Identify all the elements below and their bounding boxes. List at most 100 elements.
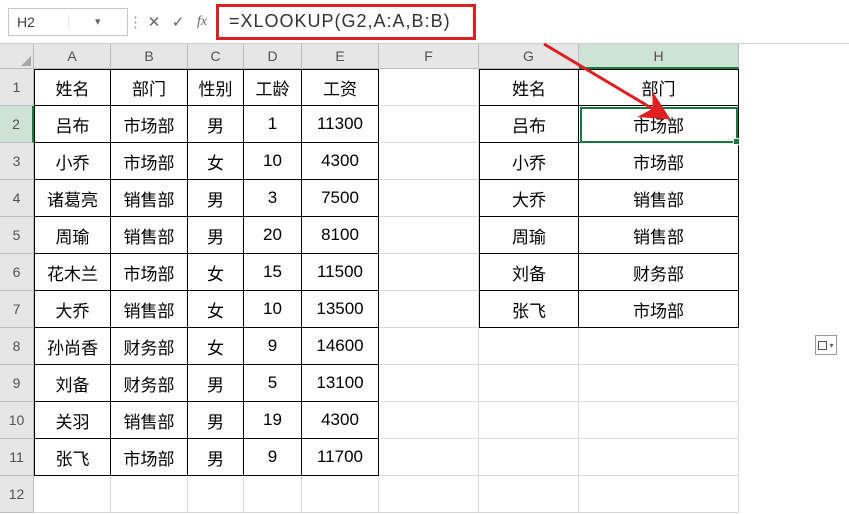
- cell-D9[interactable]: 5: [244, 365, 302, 402]
- accept-formula-icon[interactable]: ✓: [166, 13, 190, 31]
- cell-D1[interactable]: 工龄: [244, 69, 302, 106]
- cell-D12[interactable]: [244, 476, 302, 513]
- cell-C11[interactable]: 男: [188, 439, 244, 476]
- cancel-formula-icon[interactable]: ✕: [142, 13, 166, 31]
- cell-G1[interactable]: 姓名: [479, 69, 579, 106]
- row-header-9[interactable]: 9: [0, 365, 34, 402]
- row-header-11[interactable]: 11: [0, 439, 34, 476]
- cell-E5[interactable]: 8100: [302, 217, 379, 254]
- cell-G12[interactable]: [479, 476, 579, 513]
- cell-G2[interactable]: 吕布: [479, 106, 579, 143]
- cell-B6[interactable]: 市场部: [111, 254, 188, 291]
- cell-B8[interactable]: 财务部: [111, 328, 188, 365]
- cell-A2[interactable]: 吕布: [34, 106, 111, 143]
- row-header-5[interactable]: 5: [0, 217, 34, 254]
- col-header-G[interactable]: G: [479, 44, 579, 69]
- cell-E4[interactable]: 7500: [302, 180, 379, 217]
- cell-B4[interactable]: 销售部: [111, 180, 188, 217]
- col-header-F[interactable]: F: [379, 44, 479, 69]
- cell-F2[interactable]: [379, 106, 479, 143]
- col-header-A[interactable]: A: [34, 44, 111, 69]
- cell-B12[interactable]: [111, 476, 188, 513]
- cell-F1[interactable]: [379, 69, 479, 106]
- cell-H4[interactable]: 销售部: [579, 180, 739, 217]
- cell-C10[interactable]: 男: [188, 402, 244, 439]
- cell-C5[interactable]: 男: [188, 217, 244, 254]
- autofill-options-icon[interactable]: ▾: [815, 335, 837, 355]
- cell-F5[interactable]: [379, 217, 479, 254]
- cell-A3[interactable]: 小乔: [34, 143, 111, 180]
- row-header-4[interactable]: 4: [0, 180, 34, 217]
- row-header-10[interactable]: 10: [0, 402, 34, 439]
- cell-A12[interactable]: [34, 476, 111, 513]
- cell-D10[interactable]: 19: [244, 402, 302, 439]
- cell-F8[interactable]: [379, 328, 479, 365]
- cell-G7[interactable]: 张飞: [479, 291, 579, 328]
- cell-F10[interactable]: [379, 402, 479, 439]
- col-header-H[interactable]: H: [579, 44, 739, 69]
- cell-G6[interactable]: 刘备: [479, 254, 579, 291]
- cell-H11[interactable]: [579, 439, 739, 476]
- cell-B2[interactable]: 市场部: [111, 106, 188, 143]
- cell-A7[interactable]: 大乔: [34, 291, 111, 328]
- col-header-B[interactable]: B: [111, 44, 188, 69]
- cell-A9[interactable]: 刘备: [34, 365, 111, 402]
- cell-D5[interactable]: 20: [244, 217, 302, 254]
- cell-G3[interactable]: 小乔: [479, 143, 579, 180]
- cell-A1[interactable]: 姓名: [34, 69, 111, 106]
- cell-G9[interactable]: [479, 365, 579, 402]
- cell-E11[interactable]: 11700: [302, 439, 379, 476]
- fx-icon[interactable]: fx: [190, 14, 214, 30]
- cell-B11[interactable]: 市场部: [111, 439, 188, 476]
- cell-D7[interactable]: 10: [244, 291, 302, 328]
- cell-E6[interactable]: 11500: [302, 254, 379, 291]
- cell-H9[interactable]: [579, 365, 739, 402]
- cell-D8[interactable]: 9: [244, 328, 302, 365]
- cell-C12[interactable]: [188, 476, 244, 513]
- cell-D11[interactable]: 9: [244, 439, 302, 476]
- cell-D6[interactable]: 15: [244, 254, 302, 291]
- cell-A6[interactable]: 花木兰: [34, 254, 111, 291]
- cell-H2[interactable]: 市场部: [579, 106, 739, 143]
- row-header-1[interactable]: 1: [0, 69, 34, 106]
- cell-H8[interactable]: [579, 328, 739, 365]
- cell-H6[interactable]: 财务部: [579, 254, 739, 291]
- row-header-2[interactable]: 2: [0, 106, 34, 143]
- row-header-6[interactable]: 6: [0, 254, 34, 291]
- cell-H5[interactable]: 销售部: [579, 217, 739, 254]
- cell-B10[interactable]: 销售部: [111, 402, 188, 439]
- formula-input[interactable]: =XLOOKUP(G2,A:A,B:B): [229, 11, 451, 32]
- cell-E10[interactable]: 4300: [302, 402, 379, 439]
- cell-E1[interactable]: 工资: [302, 69, 379, 106]
- row-header-3[interactable]: 3: [0, 143, 34, 180]
- col-header-D[interactable]: D: [244, 44, 302, 69]
- cell-B7[interactable]: 销售部: [111, 291, 188, 328]
- chevron-down-icon[interactable]: ▾: [68, 15, 128, 28]
- cell-H1[interactable]: 部门: [579, 69, 739, 106]
- cell-F12[interactable]: [379, 476, 479, 513]
- cell-E9[interactable]: 13100: [302, 365, 379, 402]
- cell-D2[interactable]: 1: [244, 106, 302, 143]
- cell-B5[interactable]: 销售部: [111, 217, 188, 254]
- cell-G10[interactable]: [479, 402, 579, 439]
- name-box[interactable]: H2 ▾: [8, 8, 128, 36]
- row-header-7[interactable]: 7: [0, 291, 34, 328]
- cell-C1[interactable]: 性别: [188, 69, 244, 106]
- select-all-corner[interactable]: [0, 44, 34, 69]
- cell-F4[interactable]: [379, 180, 479, 217]
- cell-C9[interactable]: 男: [188, 365, 244, 402]
- spreadsheet-grid[interactable]: A B C D E F G H 1 姓名 部门 性别 工龄 工资 姓名 部门 2…: [0, 44, 849, 513]
- cell-E2[interactable]: 11300: [302, 106, 379, 143]
- cell-F11[interactable]: [379, 439, 479, 476]
- cell-B3[interactable]: 市场部: [111, 143, 188, 180]
- cell-A8[interactable]: 孙尚香: [34, 328, 111, 365]
- cell-G5[interactable]: 周瑜: [479, 217, 579, 254]
- cell-C7[interactable]: 女: [188, 291, 244, 328]
- cell-C3[interactable]: 女: [188, 143, 244, 180]
- cell-G8[interactable]: [479, 328, 579, 365]
- cell-E8[interactable]: 14600: [302, 328, 379, 365]
- cell-B1[interactable]: 部门: [111, 69, 188, 106]
- cell-A4[interactable]: 诸葛亮: [34, 180, 111, 217]
- cell-E7[interactable]: 13500: [302, 291, 379, 328]
- cell-H3[interactable]: 市场部: [579, 143, 739, 180]
